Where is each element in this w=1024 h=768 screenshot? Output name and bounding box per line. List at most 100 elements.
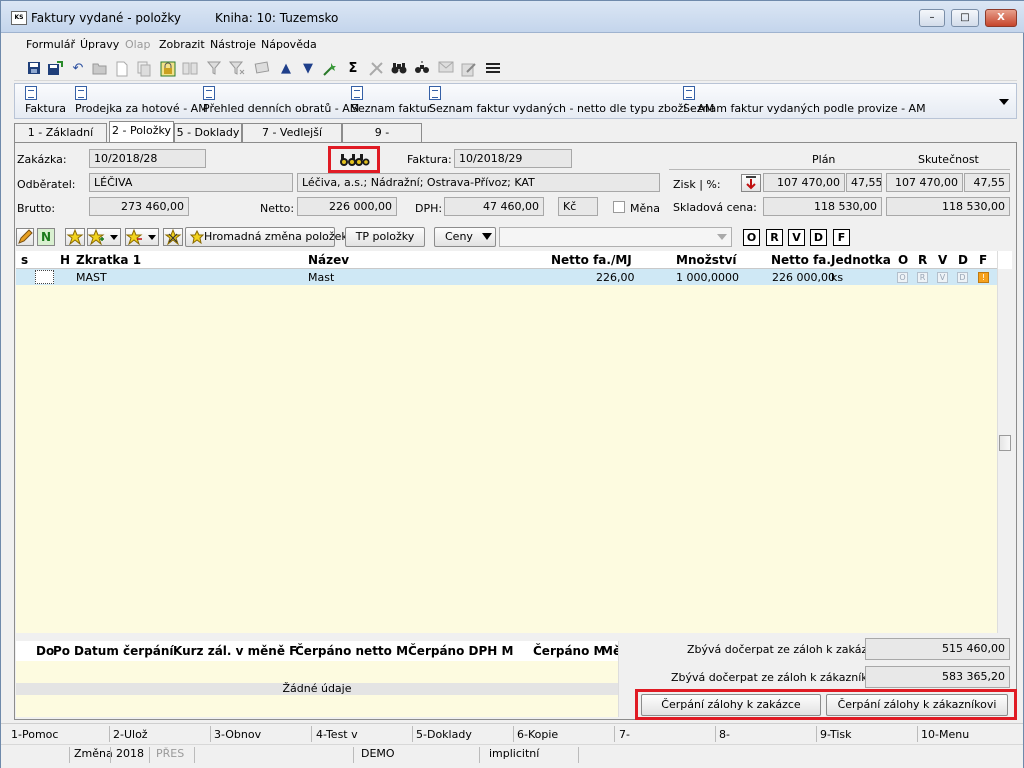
open-folder-icon[interactable] <box>92 61 108 77</box>
separator <box>353 747 354 763</box>
binoculars-next-icon[interactable] <box>414 61 430 77</box>
undo-icon[interactable]: ↶ <box>70 61 86 77</box>
menu-upravy[interactable]: Úpravy <box>80 38 119 51</box>
save-icon[interactable] <box>26 61 42 77</box>
report-seznam-faktur[interactable]: Seznam faktur <box>351 86 431 115</box>
items-scrollbar[interactable] <box>997 251 1012 633</box>
fkey-9[interactable]: 9-Tisk <box>820 728 852 741</box>
fkey-10[interactable]: 10-Menu <box>921 728 969 741</box>
col-netto-mj[interactable]: Netto fa./MJ <box>551 253 632 267</box>
reports-more-icon[interactable] <box>998 96 1010 106</box>
scrollbar-thumb[interactable] <box>999 435 1011 451</box>
mail-icon[interactable] <box>438 61 454 77</box>
maximize-button[interactable]: □ <box>951 9 979 27</box>
menu-formular[interactable]: Formulář <box>26 38 75 51</box>
flag-v-button[interactable]: V <box>788 229 805 246</box>
col-cerpano-netto[interactable]: Čerpáno netto M <box>295 644 408 658</box>
fkey-1[interactable]: 1-Pomoc <box>11 728 58 741</box>
report-prodejka[interactable]: Prodejka za hotové - AM <box>75 86 208 115</box>
currency-field[interactable]: Kč <box>558 197 598 216</box>
table-row[interactable]: MAST Mast 226,00 1 000,0000 226 000,00 k… <box>16 269 997 285</box>
col-zkratka[interactable]: Zkratka 1 <box>76 253 141 267</box>
star-button[interactable] <box>65 228 85 246</box>
faktura-field[interactable]: 10/2018/29 <box>454 149 572 168</box>
star-clear-button[interactable] <box>163 228 183 246</box>
col-f[interactable]: F <box>979 253 987 267</box>
menu-lines-icon[interactable] <box>485 61 501 77</box>
report-faktura[interactable]: Faktura <box>25 86 66 115</box>
col-v[interactable]: V <box>938 253 947 267</box>
star-minus-dropdown[interactable] <box>125 228 159 246</box>
edit-icon[interactable] <box>461 61 477 77</box>
flag-d-button[interactable]: D <box>810 229 827 246</box>
filter-icon[interactable] <box>206 61 222 77</box>
col-r[interactable]: R <box>918 253 927 267</box>
col-netto[interactable]: Netto fa. <box>771 253 831 267</box>
sigma-icon[interactable]: Σ <box>345 61 361 77</box>
hromadna-zmena-button[interactable]: Hromadná změna položek <box>185 227 348 247</box>
col-cerpano-dph[interactable]: Čerpáno DPH M <box>408 644 513 658</box>
tp-polozky-button[interactable]: TP položky <box>345 227 425 247</box>
close-button[interactable]: X <box>985 9 1017 27</box>
col-kurz[interactable]: Kurz zál. v měně F <box>173 644 297 658</box>
mena-checkbox[interactable] <box>613 201 625 213</box>
chevron-down-icon <box>482 233 492 240</box>
arrow-up-icon[interactable]: ▲ <box>278 61 294 77</box>
advances-scrollbar[interactable] <box>618 641 634 717</box>
col-cerpano[interactable]: Čerpáno M <box>533 644 605 658</box>
lock-icon[interactable] <box>160 61 176 77</box>
copy-icon[interactable] <box>136 61 152 77</box>
fkey-5[interactable]: 5-Doklady <box>416 728 472 741</box>
fkey-2[interactable]: 2-Ulož <box>113 728 148 741</box>
report-seznam-netto[interactable]: Seznam faktur vydaných - netto dle typu … <box>429 86 714 115</box>
arrow-down-icon[interactable]: ▼ <box>300 61 316 77</box>
col-datum-cerpani[interactable]: Datum čerpání <box>74 644 174 658</box>
fkey-4[interactable]: 4-Test v <box>316 728 358 741</box>
report-seznam-provize[interactable]: Seznam faktur vydaných podle provize - A… <box>683 86 926 115</box>
menu-nastroje[interactable]: Nástroje <box>210 38 256 51</box>
fkey-7[interactable]: 7- <box>619 728 630 741</box>
col-h[interactable]: H <box>60 253 70 267</box>
col-nazev[interactable]: Název <box>308 253 349 267</box>
binoculars-icon[interactable] <box>391 61 407 77</box>
col-s[interactable]: s <box>21 253 28 267</box>
tab-zakladni-udaje[interactable]: 1 - Základní údaje <box>14 123 107 157</box>
star-plus-dropdown[interactable] <box>87 228 121 246</box>
tab-doklady[interactable]: 5 - Doklady <box>174 123 242 142</box>
edit-item-button[interactable] <box>16 228 34 246</box>
ceny-dropdown[interactable]: Ceny <box>434 227 496 247</box>
col-mnozstvi[interactable]: Množství <box>676 253 737 267</box>
price-combo[interactable] <box>499 227 732 247</box>
minimize-button[interactable]: – <box>919 9 945 27</box>
clear-filter-icon[interactable] <box>228 61 245 77</box>
menu-olap[interactable]: Olap <box>125 38 150 51</box>
row-select-checkbox[interactable] <box>35 270 54 284</box>
book-icon[interactable] <box>182 61 198 77</box>
flag-o-button[interactable]: O <box>743 229 760 246</box>
fkey-8[interactable]: 8- <box>719 728 730 741</box>
menu-napoveda[interactable]: Nápověda <box>261 38 317 51</box>
zisk-recalc-button[interactable] <box>741 174 761 192</box>
col-o[interactable]: O <box>898 253 908 267</box>
zakazka-field[interactable]: 10/2018/28 <box>89 149 206 168</box>
tab-vedlejsi-naklady[interactable]: 7 - Vedlejší náklady <box>242 123 342 157</box>
flag-r-button[interactable]: R <box>766 229 783 246</box>
flag-f-button[interactable]: F <box>833 229 850 246</box>
new-item-button[interactable]: N <box>37 228 55 246</box>
wand-icon[interactable] <box>322 61 338 77</box>
fkey-3[interactable]: 3-Obnov <box>214 728 261 741</box>
save-close-icon[interactable] <box>47 61 63 77</box>
new-document-icon[interactable] <box>114 61 130 77</box>
menu-zobrazit[interactable]: Zobrazit <box>159 38 205 51</box>
cards-icon[interactable] <box>254 61 270 77</box>
tab-dokumenty[interactable]: 9 - Dokumenty <box>342 123 422 157</box>
col-d[interactable]: D <box>958 253 968 267</box>
odberatel-field[interactable]: LÉČIVA <box>89 173 293 192</box>
tab-polozky[interactable]: 2 - Položky <box>109 121 174 143</box>
tools-icon[interactable] <box>368 61 384 77</box>
col-jednotka[interactable]: Jednotka <box>831 253 891 267</box>
fkey-6[interactable]: 6-Kopie <box>517 728 558 741</box>
col-do[interactable]: Do <box>36 644 54 658</box>
report-prehled-obratu[interactable]: Přehled denních obratů - AM <box>203 86 359 115</box>
col-po[interactable]: Po <box>53 644 70 658</box>
